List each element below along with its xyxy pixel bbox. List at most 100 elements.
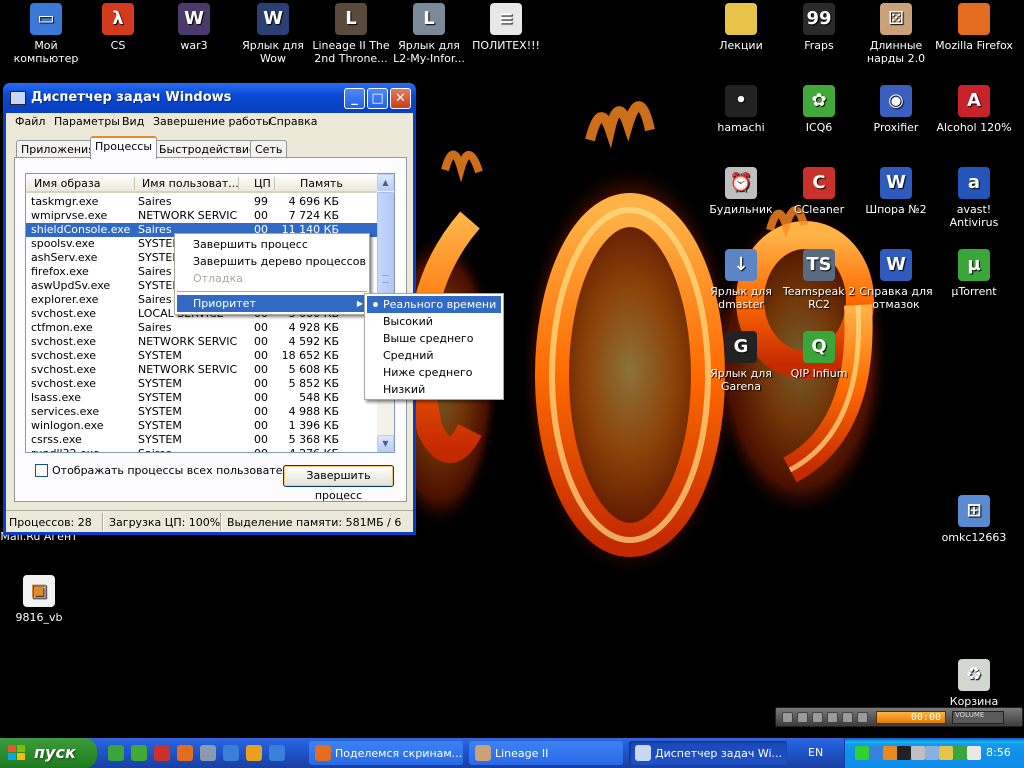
column-header-user-name[interactable]: Имя пользоват... <box>142 177 239 190</box>
desktop-icon-top-0[interactable]: ▭ Мой компьютер <box>7 3 85 65</box>
tray-icon[interactable] <box>939 746 953 760</box>
minimize-button[interactable]: _ <box>344 88 365 109</box>
desktop-icon-right-11[interactable]: a avast! Antivirus <box>935 167 1013 229</box>
media-stop-icon[interactable] <box>827 712 838 723</box>
menu-shutdown[interactable]: Завершение работы <box>153 115 271 128</box>
cell-image: svchost.exe <box>31 307 97 320</box>
desktop-icon-right-9[interactable]: C CCleaner <box>780 167 858 216</box>
table-row[interactable]: rundll32.exeSaires 00 4 276 КБ <box>26 447 378 452</box>
menu-item-end-process-tree[interactable]: Завершить дерево процессов <box>177 253 367 270</box>
quick-launch-icon[interactable] <box>200 745 216 761</box>
desktop-icon-top-3[interactable]: W Ярлык для Wow <box>234 3 312 65</box>
tab-processes[interactable]: Процессы <box>90 136 158 159</box>
start-button[interactable]: пуск <box>0 738 97 768</box>
end-process-button[interactable]: Завершить процесс <box>283 465 394 502</box>
tray-icon[interactable] <box>911 746 925 760</box>
tray-icon[interactable] <box>897 746 911 760</box>
desktop-icon-right-4[interactable]: • hamachi <box>702 85 780 134</box>
taskbar-button[interactable]: Диспетчер задач Wi... <box>629 741 787 765</box>
desktop-icon-top-5[interactable]: L Ярлык для L2-My-Infor... <box>390 3 468 65</box>
table-row[interactable]: svchost.exe SYSTEM 00 18 652 КБ <box>26 349 378 363</box>
tray-icon[interactable] <box>967 746 981 760</box>
quick-launch-icon[interactable] <box>131 745 147 761</box>
taskbar-button[interactable]: Поделемся скринам... <box>309 741 463 765</box>
table-row[interactable]: svchost.exe NETWORK SERVICE 00 5 608 КБ <box>26 363 378 377</box>
tray-icon[interactable] <box>855 746 869 760</box>
table-row[interactable]: services.exe SYSTEM 00 4 988 КБ <box>26 405 378 419</box>
quick-launch-icon[interactable] <box>154 745 170 761</box>
column-header-cpu[interactable]: ЦП <box>254 177 271 190</box>
media-next-icon[interactable] <box>842 712 853 723</box>
scroll-up-arrow-icon[interactable]: ▲ <box>377 174 394 191</box>
window-titlebar[interactable]: Диспетчер задач Windows _ □ ✕ <box>3 83 416 113</box>
priority-item[interactable]: Высокий <box>367 313 501 330</box>
desktop-icon-right-12[interactable]: ↓ Ярлык для dmaster <box>702 249 780 311</box>
task-app-icon <box>315 745 331 761</box>
desktop-icon-right-2[interactable]: ⚄ Длинные нарды 2.0 <box>857 3 935 65</box>
maximize-button[interactable]: □ <box>367 88 388 109</box>
menu-help[interactable]: Справка <box>269 115 317 128</box>
table-row[interactable]: svchost.exe SYSTEM 00 5 852 КБ <box>26 377 378 391</box>
media-pause-icon[interactable] <box>812 712 823 723</box>
desktop-icon-right-16[interactable]: G Ярлык для Garena <box>702 331 780 393</box>
desktop-icon-right-13[interactable]: TS Teamspeak 2 RC2 <box>780 249 858 311</box>
menu-item-priority[interactable]: Приоритет ▶ <box>177 295 367 312</box>
priority-item[interactable]: Средний <box>367 347 501 364</box>
desktop-icon-top-6[interactable]: ≡ ПОЛИТЕХ!!! <box>467 3 545 52</box>
table-row[interactable]: ctfmon.exe Saires 00 4 928 КБ <box>26 321 378 335</box>
menu-file[interactable]: Файл <box>15 115 45 128</box>
scroll-down-arrow-icon[interactable]: ▼ <box>377 435 394 452</box>
quick-launch-icon[interactable] <box>246 745 262 761</box>
desktop-icon-top-1[interactable]: λ CS <box>79 3 157 52</box>
column-header-image-name[interactable]: Имя образа <box>34 177 100 190</box>
table-row[interactable]: taskmgr.exe Saires 99 4 696 КБ <box>26 195 378 209</box>
quick-launch-icon[interactable] <box>269 745 285 761</box>
language-indicator[interactable]: EN <box>808 746 823 759</box>
media-volume-slider[interactable]: VOLUME <box>952 711 1004 724</box>
desktop-icon-right-14[interactable]: W Справка для отмазок <box>857 249 935 311</box>
desktop-icon-right-5[interactable]: ✿ ICQ6 <box>780 85 858 134</box>
priority-item[interactable]: Низкий <box>367 381 501 398</box>
desktop-icon-right-10[interactable]: W Шпора №2 <box>857 167 935 216</box>
priority-item[interactable]: Реального времени <box>367 296 501 313</box>
table-row[interactable]: wmiprvse.exe NETWORK SERVICE 00 7 724 КБ <box>26 209 378 223</box>
table-row[interactable]: csrss.exe SYSTEM 00 5 368 КБ <box>26 433 378 447</box>
menu-view[interactable]: Вид <box>122 115 144 128</box>
tray-icon[interactable] <box>869 746 883 760</box>
quick-launch-icon[interactable] <box>177 745 193 761</box>
show-all-users-checkbox[interactable] <box>35 464 48 477</box>
table-row[interactable]: winlogon.exe SYSTEM 00 1 396 КБ <box>26 419 378 433</box>
desktop-icon-right-8[interactable]: ⏰ Будильник <box>702 167 780 216</box>
quick-launch-icon[interactable] <box>108 745 124 761</box>
media-play-icon[interactable] <box>797 712 808 723</box>
column-header-memory[interactable]: Память <box>300 177 343 190</box>
desktop-icon-right-0[interactable]: Лекции <box>702 3 780 52</box>
desktop-icon-file[interactable]: ▣ 9816_vb <box>0 575 78 624</box>
desktop-icon-top-2[interactable]: Wwar3 <box>155 3 233 52</box>
clock[interactable]: 8:56 <box>986 746 1011 759</box>
media-eject-icon[interactable] <box>857 712 868 723</box>
close-button[interactable]: ✕ <box>390 88 411 109</box>
menu-item-end-process[interactable]: Завершить процесс <box>177 236 367 253</box>
quick-launch-icon[interactable] <box>223 745 239 761</box>
desktop-icon-top-4[interactable]: L Lineage II The 2nd Throne... <box>312 3 390 65</box>
priority-item[interactable]: Ниже среднего <box>367 364 501 381</box>
desktop-icon-right-20[interactable]: ♻ Корзина <box>935 659 1013 708</box>
taskbar-button[interactable]: Lineage II <box>469 741 623 765</box>
desktop-icon-right-15[interactable]: µ µTorrent <box>935 249 1013 298</box>
desktop-icon-right-17[interactable]: Q QIP Infium <box>780 331 858 380</box>
menu-options[interactable]: Параметры <box>54 115 120 128</box>
tray-icon[interactable] <box>953 746 967 760</box>
desktop-icon-right-1[interactable]: 99 Fraps <box>780 3 858 52</box>
media-prev-icon[interactable] <box>782 712 793 723</box>
desktop-icon-right-19[interactable]: ⊞ omkc12663 <box>935 495 1013 544</box>
table-row[interactable]: lsass.exe SYSTEM 00 548 КБ <box>26 391 378 405</box>
show-all-users-row[interactable]: Отображать процессы всех пользователей <box>35 464 303 477</box>
desktop-icon-right-7[interactable]: A Alcohol 120% <box>935 85 1013 134</box>
priority-item[interactable]: Выше среднего <box>367 330 501 347</box>
tray-icon[interactable] <box>925 746 939 760</box>
table-row[interactable]: svchost.exe NETWORK SERVICE 00 4 592 КБ <box>26 335 378 349</box>
tray-icon[interactable] <box>883 746 897 760</box>
desktop-icon-right-3[interactable]: Mozilla Firefox <box>935 3 1013 52</box>
desktop-icon-right-6[interactable]: ◉ Proxifier <box>857 85 935 134</box>
